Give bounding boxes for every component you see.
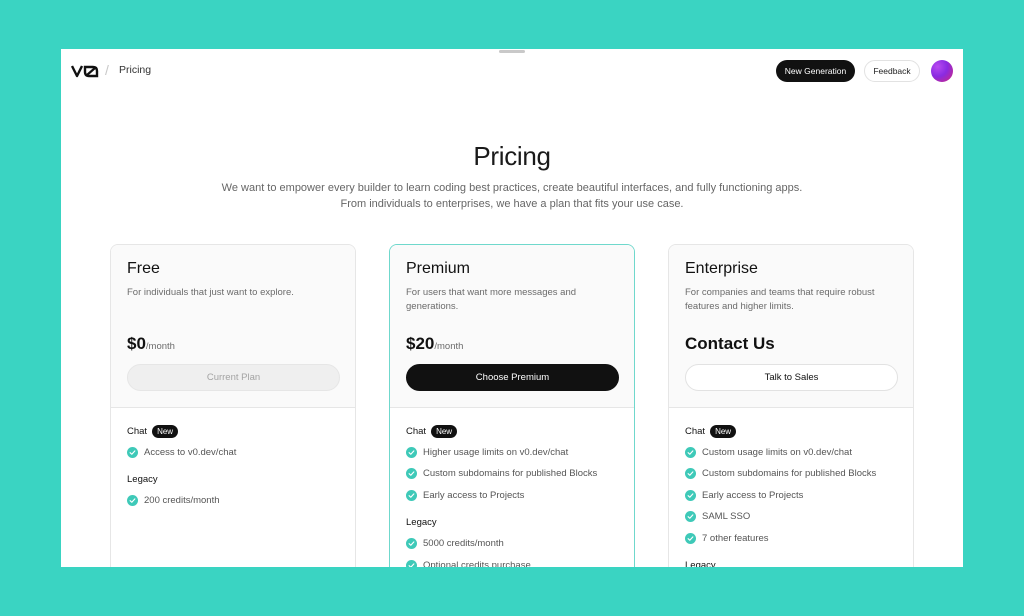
page-title: Pricing bbox=[473, 141, 551, 171]
feature-item: Custom subdomains for published Blocks bbox=[685, 467, 901, 481]
section-label: Chat bbox=[685, 425, 706, 437]
feature-text: Custom subdomains for published Blocks bbox=[423, 468, 598, 480]
check-circle-icon bbox=[685, 446, 696, 458]
feature-section-title: Chat New bbox=[406, 424, 622, 438]
feature-item: Higher usage limits on v0.dev/chat bbox=[406, 445, 622, 459]
check-circle-icon bbox=[406, 468, 417, 480]
plan-features: Chat New Custom usage limits on v0.dev/cha… bbox=[685, 424, 901, 567]
breadcrumb-separator: / bbox=[105, 62, 109, 78]
app-window: / Pricing New Generation Feedback Pricin… bbox=[61, 49, 963, 567]
check-circle-icon bbox=[685, 532, 696, 544]
feature-item: 5000 credits/month bbox=[406, 537, 622, 551]
plan-name: Free bbox=[127, 260, 160, 277]
plan-features: Chat New Higher usage limits on v0.dev/cha… bbox=[406, 424, 622, 567]
feature-text: Higher usage limits on v0.dev/chat bbox=[423, 446, 569, 458]
feature-item: Access to v0.dev/chat bbox=[127, 445, 343, 459]
plan-price: Contact Us bbox=[685, 334, 775, 354]
feature-item: Custom subdomains for published Blocks bbox=[406, 467, 622, 481]
feature-item: Early access to Projects bbox=[685, 488, 901, 502]
feature-text: SAML SSO bbox=[702, 511, 751, 523]
page-subtitle: We want to empower every builder to lear… bbox=[221, 182, 803, 210]
breadcrumb-pricing[interactable]: Pricing bbox=[119, 64, 151, 76]
feature-text: Early access to Projects bbox=[423, 489, 525, 501]
feature-text: Early access to Projects bbox=[702, 489, 804, 501]
plan-card-header: Enterprise For companies and teams that r… bbox=[669, 245, 913, 408]
section-label: Legacy bbox=[127, 474, 158, 486]
avatar[interactable] bbox=[931, 60, 953, 82]
feature-section-title: Chat New bbox=[685, 424, 901, 438]
price-amount: $20 bbox=[406, 334, 435, 353]
price-amount: $0 bbox=[127, 334, 146, 353]
feature-text: Custom subdomains for published Blocks bbox=[702, 468, 877, 480]
plan-cta-button[interactable]: Talk to Sales bbox=[685, 364, 898, 391]
plan-card-enterprise: Enterprise For companies and teams that r… bbox=[668, 244, 914, 567]
plan-name: Premium bbox=[406, 260, 471, 277]
plan-cta-button: Current Plan bbox=[127, 364, 340, 391]
check-circle-icon bbox=[127, 446, 138, 458]
plan-card-header: Premium For users that want more messages… bbox=[390, 245, 634, 408]
feature-item: Optional credits purchase bbox=[406, 558, 622, 567]
plan-description: For individuals that just want to explor… bbox=[127, 287, 294, 298]
plan-price: $0/month bbox=[127, 334, 175, 354]
section-label: Legacy bbox=[685, 560, 716, 567]
section-label: Chat bbox=[127, 425, 148, 437]
feature-text: Optional credits purchase bbox=[423, 559, 531, 567]
feature-text: Access to v0.dev/chat bbox=[144, 446, 237, 458]
feature-item: Early access to Projects bbox=[406, 488, 622, 502]
price-period: /month bbox=[434, 341, 464, 352]
feature-section-title: Legacy bbox=[406, 516, 622, 530]
plan-price: $20/month bbox=[406, 334, 463, 354]
feature-section-title: Legacy bbox=[685, 559, 901, 567]
feature-text: 5000 credits/month bbox=[423, 538, 504, 550]
check-circle-icon bbox=[406, 446, 417, 458]
check-circle-icon bbox=[127, 495, 138, 507]
feature-item: 7 other features bbox=[685, 531, 901, 545]
plan-name: Enterprise bbox=[685, 260, 758, 277]
new-badge: New bbox=[152, 424, 179, 438]
plan-features: Chat New Access to v0.dev/chat Legacy 200 cr… bbox=[127, 424, 343, 515]
check-circle-icon bbox=[685, 511, 696, 523]
top-bar: / Pricing New Generation Feedback bbox=[61, 49, 963, 93]
check-circle-icon bbox=[406, 489, 417, 501]
feature-section-title: Chat New bbox=[127, 424, 343, 438]
plan-card-premium: Premium For users that want more messages… bbox=[389, 244, 635, 567]
check-circle-icon bbox=[685, 489, 696, 501]
feature-text: Custom usage limits on v0.dev/chat bbox=[702, 446, 852, 458]
check-circle-icon bbox=[685, 468, 696, 480]
plan-card-free: Free For individuals that just want to ex… bbox=[110, 244, 356, 567]
feature-item: 200 credits/month bbox=[127, 494, 343, 508]
plan-cta-button[interactable]: Choose Premium bbox=[406, 364, 619, 391]
plan-description: For companies and teams that require rob… bbox=[685, 287, 875, 312]
new-badge: New bbox=[431, 424, 458, 438]
feature-section-title: Legacy bbox=[127, 473, 343, 487]
feedback-button[interactable]: Feedback bbox=[864, 60, 920, 82]
section-label: Legacy bbox=[406, 517, 437, 529]
price-period: /month bbox=[145, 341, 175, 352]
new-badge: New bbox=[710, 424, 737, 438]
check-circle-icon bbox=[406, 538, 417, 550]
plan-description: For users that want more messages and ge… bbox=[406, 287, 577, 312]
feature-item: Custom usage limits on v0.dev/chat bbox=[685, 445, 901, 459]
feature-text: 200 credits/month bbox=[144, 495, 220, 507]
feature-item: SAML SSO bbox=[685, 510, 901, 524]
v0-logo[interactable] bbox=[71, 64, 99, 78]
new-generation-button[interactable]: New Generation bbox=[776, 60, 855, 82]
price-amount: Contact Us bbox=[685, 334, 775, 353]
plan-card-header: Free For individuals that just want to ex… bbox=[111, 245, 355, 408]
feature-text: 7 other features bbox=[702, 532, 769, 544]
section-label: Chat bbox=[406, 425, 427, 437]
check-circle-icon bbox=[406, 559, 417, 567]
